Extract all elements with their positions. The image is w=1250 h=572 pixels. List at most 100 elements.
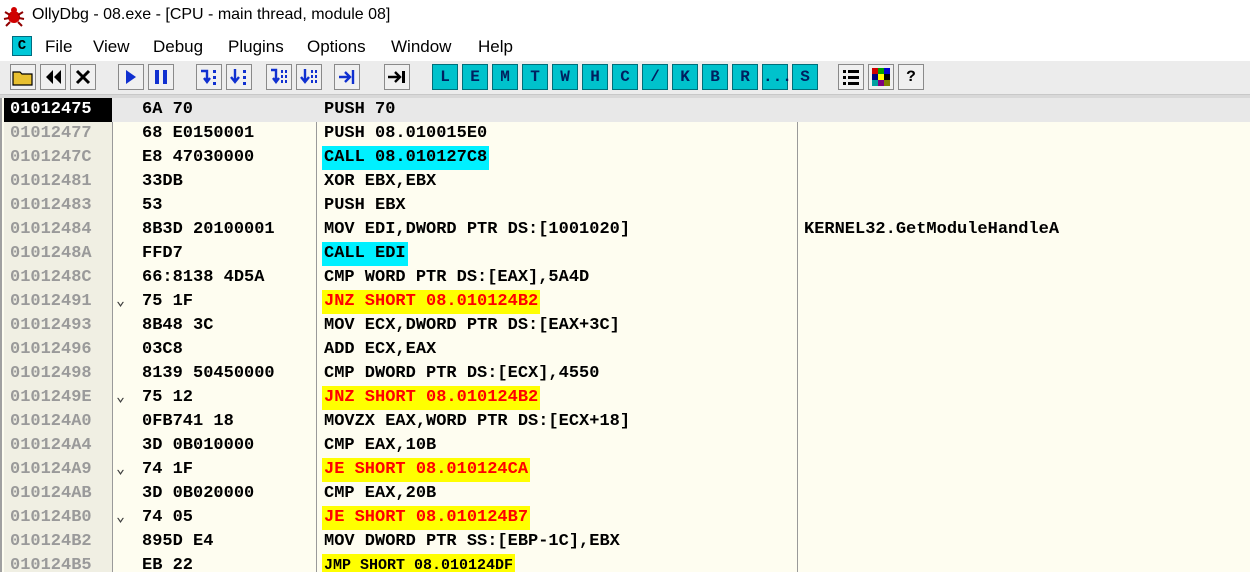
- hex-dump-cell: 74 1F: [142, 460, 194, 479]
- instruction-cell: MOVZX EAX,WORD PTR DS:[ECX+18]: [324, 412, 631, 431]
- instruction-cell: MOV DWORD PTR SS:[EBP-1C],EBX: [324, 532, 620, 551]
- disassembly-row[interactable]: 01012475 6A 70 PUSH 70: [2, 98, 1250, 122]
- instruction-cell: MOV ECX,DWORD PTR DS:[EAX+3C]: [324, 316, 620, 335]
- execute-till-return-icon[interactable]: [334, 64, 360, 90]
- windows-button[interactable]: W: [552, 64, 578, 90]
- source-button[interactable]: S: [792, 64, 818, 90]
- trace-into-icon[interactable]: [266, 64, 292, 90]
- breakpoints-button[interactable]: B: [702, 64, 728, 90]
- instruction-cell: PUSH 70: [324, 100, 396, 119]
- address-cell: 01012484: [10, 220, 92, 239]
- disassembly-row[interactable]: 010124A9 ⌄ 74 1F JE SHORT 08.010124CA: [2, 458, 1250, 482]
- disassembly-row[interactable]: 01012493 8B48 3C MOV ECX,DWORD PTR DS:[EAX…: [2, 314, 1250, 338]
- close-icon[interactable]: [70, 64, 96, 90]
- menu-view[interactable]: View: [93, 37, 130, 57]
- hex-dump-cell: 68 E0150001: [142, 124, 255, 143]
- hex-dump-cell: E8 47030000: [142, 148, 255, 167]
- instruction-cell: PUSH EBX: [324, 196, 406, 215]
- ollydbg-bug-icon: [3, 7, 25, 27]
- address-cell: 01012491: [10, 292, 92, 311]
- instruction-cell: CMP WORD PTR DS:[EAX],5A4D: [324, 268, 590, 287]
- log-window-button[interactable]: L: [432, 64, 458, 90]
- threads-button[interactable]: T: [522, 64, 548, 90]
- address-cell: 010124AB: [10, 484, 92, 503]
- address-cell: 01012493: [10, 316, 92, 335]
- hex-dump-cell: 75 1F: [142, 292, 194, 311]
- address-cell: 010124B0: [10, 508, 92, 527]
- menu-window[interactable]: Window: [391, 37, 451, 57]
- patches-button[interactable]: /: [642, 64, 668, 90]
- hex-dump-cell: 74 05: [142, 508, 194, 527]
- cpu-window-icon[interactable]: C: [12, 36, 32, 56]
- hex-dump-cell: 75 12: [142, 388, 194, 407]
- go-to-icon[interactable]: [384, 64, 410, 90]
- hex-dump-cell: 53: [142, 196, 163, 215]
- menu-file[interactable]: File: [45, 37, 72, 57]
- jump-arrow-icon: ⌄: [116, 293, 126, 310]
- disassembly-row[interactable]: 010124AB 3D 0B020000 CMP EAX,20B: [2, 482, 1250, 506]
- hex-dump-cell: 895D E4: [142, 532, 214, 551]
- title-bar: OllyDbg - 08.exe - [CPU - main thread, m…: [0, 0, 1250, 33]
- open-icon[interactable]: [10, 64, 36, 90]
- menu-options[interactable]: Options: [307, 37, 366, 57]
- disassembly-row[interactable]: 010124B5 EB 22 JMP SHORT 08.010124DF: [2, 554, 1250, 572]
- jump-arrow-icon: ⌄: [116, 461, 126, 478]
- hex-dump-cell: 03C8: [142, 340, 183, 359]
- trace-over-icon[interactable]: [296, 64, 322, 90]
- instruction-cell: JE SHORT 08.010124B7: [322, 506, 531, 530]
- instruction-cell: JMP SHORT 08.010124DF: [322, 554, 516, 572]
- disassembly-row[interactable]: 010124B0 ⌄ 74 05 JE SHORT 08.010124B7: [2, 506, 1250, 530]
- hex-dump-cell: 0FB741 18: [142, 412, 234, 431]
- call-stack-button[interactable]: K: [672, 64, 698, 90]
- disassembly-pane[interactable]: 01012475 6A 70 PUSH 70 01012477 68 E0150001 P…: [0, 98, 1250, 572]
- disassembly-row[interactable]: 01012491 ⌄ 75 1F JNZ SHORT 08.010124B2: [2, 290, 1250, 314]
- memory-map-button[interactable]: M: [492, 64, 518, 90]
- executable-modules-button[interactable]: E: [462, 64, 488, 90]
- address-cell: 0101247C: [10, 148, 92, 167]
- disassembly-row[interactable]: 01012481 33DB XOR EBX,EBX: [2, 170, 1250, 194]
- help-icon[interactable]: ?: [898, 64, 924, 90]
- instruction-cell: CMP EAX,10B: [324, 436, 437, 455]
- colors-icon[interactable]: [868, 64, 894, 90]
- instruction-cell: JNZ SHORT 08.010124B2: [322, 386, 541, 410]
- instruction-cell: ADD ECX,EAX: [324, 340, 437, 359]
- step-over-icon[interactable]: [226, 64, 252, 90]
- menu-help[interactable]: Help: [478, 37, 513, 57]
- disassembly-row[interactable]: 010124B2 895D E4 MOV DWORD PTR SS:[EBP-1C]…: [2, 530, 1250, 554]
- disassembly-row[interactable]: 0101248A FFD7 CALL EDI: [2, 242, 1250, 266]
- cpu-button[interactable]: C: [612, 64, 638, 90]
- instruction-cell: MOV EDI,DWORD PTR DS:[1001020]: [324, 220, 631, 239]
- disassembly-row[interactable]: 01012496 03C8 ADD ECX,EAX: [2, 338, 1250, 362]
- handles-button[interactable]: H: [582, 64, 608, 90]
- disassembly-row[interactable]: 010124A0 0FB741 18 MOVZX EAX,WORD PTR DS:[…: [2, 410, 1250, 434]
- disassembly-row[interactable]: 01012484 8B3D 20100001 MOV EDI,DWORD PTR D…: [2, 218, 1250, 242]
- menu-plugins[interactable]: Plugins: [228, 37, 284, 57]
- window-title: OllyDbg - 08.exe - [CPU - main thread, m…: [32, 6, 391, 23]
- instruction-cell: JE SHORT 08.010124CA: [322, 458, 531, 482]
- run-trace-button[interactable]: ...: [762, 64, 792, 90]
- list-icon[interactable]: [838, 64, 864, 90]
- disassembly-row[interactable]: 01012477 68 E0150001 PUSH 08.010015E0: [2, 122, 1250, 146]
- restart-icon[interactable]: [40, 64, 66, 90]
- disassembly-row[interactable]: 01012498 8139 50450000 CMP DWORD PTR DS:[E…: [2, 362, 1250, 386]
- step-into-icon[interactable]: [196, 64, 222, 90]
- hex-dump-cell: 6A 70: [142, 100, 194, 119]
- hex-dump-cell: 66:8138 4D5A: [142, 268, 265, 287]
- jump-arrow-icon: ⌄: [116, 389, 126, 406]
- references-button[interactable]: R: [732, 64, 758, 90]
- instruction-cell: CMP DWORD PTR DS:[ECX],4550: [324, 364, 600, 383]
- disassembly-row[interactable]: 010124A4 3D 0B010000 CMP EAX,10B: [2, 434, 1250, 458]
- hex-dump-cell: FFD7: [142, 244, 183, 263]
- instruction-cell: JNZ SHORT 08.010124B2: [322, 290, 541, 314]
- disassembly-row[interactable]: 0101249E ⌄ 75 12 JNZ SHORT 08.010124B2: [2, 386, 1250, 410]
- disassembly-row[interactable]: 0101248C 66:8138 4D5A CMP WORD PTR DS:[EAX…: [2, 266, 1250, 290]
- jump-arrow-icon: ⌄: [116, 509, 126, 526]
- disassembly-row[interactable]: 0101247C E8 47030000 CALL 08.010127C8: [2, 146, 1250, 170]
- disassembly-row[interactable]: 01012483 53 PUSH EBX: [2, 194, 1250, 218]
- address-cell: 01012496: [10, 340, 92, 359]
- address-cell: 01012477: [10, 124, 92, 143]
- run-icon[interactable]: [118, 64, 144, 90]
- instruction-cell: CALL 08.010127C8: [322, 146, 490, 170]
- menu-debug[interactable]: Debug: [153, 37, 203, 57]
- pause-icon[interactable]: [148, 64, 174, 90]
